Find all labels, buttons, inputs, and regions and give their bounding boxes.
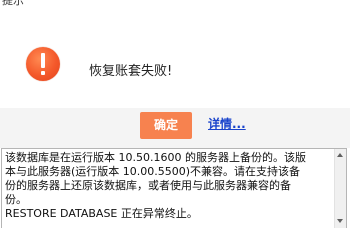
title-bar: 提示	[0, 0, 350, 10]
details-textbox[interactable]: 该数据库是在运行版本 10.50.1600 的服务器上备份的。该版 本与此服务器…	[1, 148, 347, 228]
details-text: 该数据库是在运行版本 10.50.1600 的服务器上备份的。该版 本与此服务器…	[5, 151, 335, 221]
button-bar: 确定 详情...	[0, 108, 350, 148]
scroll-down-arrow-icon[interactable]	[337, 219, 343, 223]
details-link[interactable]: 详情...	[208, 115, 246, 132]
vertical-scrollbar[interactable]	[334, 149, 346, 228]
details-line: 份。	[5, 193, 27, 206]
message-panel: 恢复账套失败!	[0, 10, 350, 108]
scroll-up-arrow-icon[interactable]	[337, 153, 343, 157]
window-title: 提示	[2, 0, 24, 7]
error-message: 恢复账套失败!	[89, 64, 173, 79]
ok-button[interactable]: 确定	[140, 112, 192, 139]
details-line: 本与此服务器(运行版本 10.00.5500)不兼容。请在支持该备	[5, 165, 301, 178]
details-line: RESTORE DATABASE 正在异常终止。	[5, 207, 198, 220]
details-line: 份的服务器上还原该数据库，或者使用与此服务器兼容的备	[5, 179, 291, 192]
details-line: 该数据库是在运行版本 10.50.1600 的服务器上备份的。该版	[5, 151, 306, 164]
exclamation-dot	[41, 71, 45, 75]
error-icon	[26, 47, 60, 81]
exclamation-bar	[41, 53, 45, 68]
